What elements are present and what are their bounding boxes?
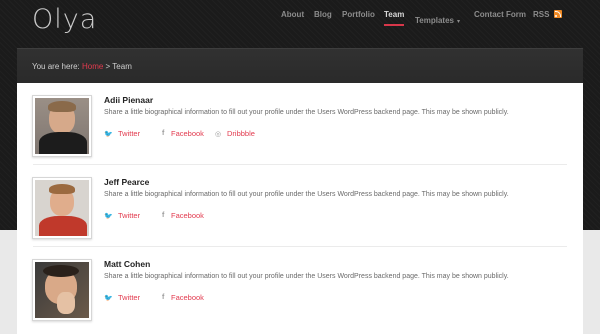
facebook-link[interactable]: Facebook <box>171 129 204 138</box>
member-bio: Share a little biographical information … <box>104 273 509 280</box>
team-member: Adii Pienaar Share a little biographical… <box>17 83 583 165</box>
twitter-link[interactable]: Twitter <box>118 211 140 220</box>
nav-item-blog[interactable]: Blog <box>314 10 332 19</box>
avatar <box>32 259 92 321</box>
team-member: Matt Cohen Share a little biographical i… <box>17 247 583 329</box>
breadcrumb-prefix: You are here: <box>32 62 82 71</box>
dribbble-ball-icon: ◎ <box>215 131 222 138</box>
breadcrumb: You are here: Home > Team <box>32 62 132 71</box>
avatar <box>32 177 92 239</box>
nav-item-templates-wrap[interactable]: Templates ▾ <box>415 10 460 28</box>
nav-item-templates[interactable]: Templates <box>415 16 454 25</box>
facebook-link[interactable]: Facebook <box>171 293 204 302</box>
rss-feed-icon[interactable] <box>554 10 562 18</box>
member-bio: Share a little biographical information … <box>104 191 509 198</box>
member-name: Adii Pienaar <box>104 95 154 105</box>
facebook-f-icon: f <box>162 212 165 219</box>
facebook-link[interactable]: Facebook <box>171 211 204 220</box>
twitter-bird-icon: 🐦 <box>104 295 113 302</box>
dribbble-link[interactable]: Dribbble <box>227 129 255 138</box>
nav-item-contact[interactable]: Contact Form <box>474 10 526 19</box>
member-name: Matt Cohen <box>104 259 151 269</box>
twitter-bird-icon: 🐦 <box>104 213 113 220</box>
twitter-link[interactable]: Twitter <box>118 293 140 302</box>
main-nav: About Blog Portfolio Team Templates ▾ Con… <box>0 10 600 30</box>
twitter-bird-icon: 🐦 <box>104 131 113 138</box>
twitter-link[interactable]: Twitter <box>118 129 140 138</box>
nav-item-about[interactable]: About <box>281 10 304 19</box>
nav-item-rss[interactable]: RSS <box>533 10 549 19</box>
breadcrumb-bar: You are here: Home > Team <box>17 48 583 83</box>
chevron-down-icon: ▾ <box>456 19 460 25</box>
team-member: Jeff Pearce Share a little biographical … <box>17 165 583 247</box>
breadcrumb-separator: > <box>103 62 113 71</box>
member-name: Jeff Pearce <box>104 177 150 187</box>
facebook-f-icon: f <box>162 130 165 137</box>
team-content: Adii Pienaar Share a little biographical… <box>17 83 583 334</box>
member-bio: Share a little biographical information … <box>104 109 509 116</box>
nav-item-team[interactable]: Team <box>384 10 405 26</box>
facebook-f-icon: f <box>162 294 165 301</box>
breadcrumb-current: Team <box>112 62 132 71</box>
breadcrumb-home-link[interactable]: Home <box>82 62 103 71</box>
avatar <box>32 95 92 157</box>
nav-item-portfolio[interactable]: Portfolio <box>342 10 375 19</box>
